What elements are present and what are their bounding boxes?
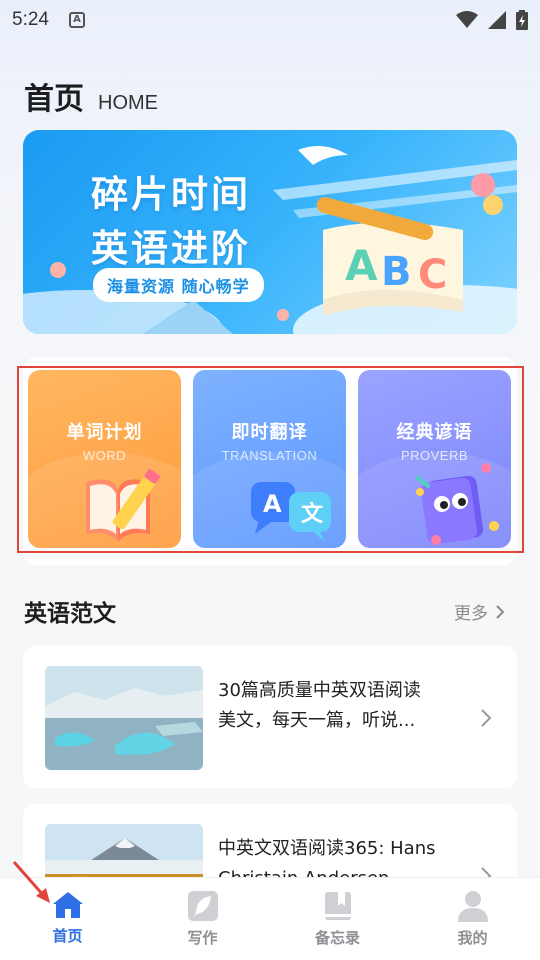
page-subtitle: HOME <box>98 92 158 114</box>
article-thumbnail <box>45 666 203 770</box>
wifi-icon <box>456 11 478 28</box>
page-title: 首页 <box>24 82 84 117</box>
bookmark-book-icon <box>324 892 351 920</box>
chevron-right-icon <box>481 709 491 727</box>
article-title-line1: 30篇高质量中英双语阅读 <box>218 680 421 701</box>
bottom-tab-bar: 首页 写作 备忘录 我的 <box>0 877 540 960</box>
svg-text:B: B <box>381 249 412 295</box>
status-bar: 5:24 A <box>0 0 540 40</box>
svg-text:A: A <box>345 241 378 290</box>
person-icon <box>457 891 488 922</box>
more-link[interactable]: 更多 <box>454 599 504 624</box>
article-title: 30篇高质量中英双语阅读 美文，每天一篇，听说... <box>218 676 458 736</box>
notification-icon: A <box>68 12 85 28</box>
article-title-line1: 中英文双语阅读365: Hans <box>218 838 436 859</box>
signal-icon <box>488 11 506 29</box>
banner-headline-1: 碎片时间 <box>91 173 251 216</box>
highlight-outline <box>17 366 524 553</box>
banner-tagline: 海量资源 随心畅学 <box>93 268 264 302</box>
tab-profile[interactable]: 我的 <box>405 878 540 960</box>
tab-label: 备忘录 <box>314 929 360 947</box>
annotation-arrow <box>12 861 50 903</box>
promo-banner[interactable]: A B C 碎片时间 英语进阶 海量资源 随心畅学 <box>23 130 517 334</box>
tab-label: 我的 <box>457 929 488 947</box>
tab-memo[interactable]: 备忘录 <box>270 878 405 960</box>
status-time: 5:24 <box>12 9 49 30</box>
tab-label: 首页 <box>52 927 83 945</box>
banner-headline-2: 英语进阶 <box>91 227 251 270</box>
chevron-right-icon <box>496 604 504 619</box>
article-title-line2: 美文，每天一篇，听说... <box>218 710 416 731</box>
feather-icon <box>187 891 218 921</box>
tab-writing[interactable]: 写作 <box>135 878 270 960</box>
status-icons <box>456 10 528 30</box>
article-item[interactable]: 30篇高质量中英双语阅读 美文，每天一篇，听说... <box>23 646 517 788</box>
tab-label: 写作 <box>187 929 218 947</box>
battery-icon <box>516 10 528 30</box>
page-header: 首页 HOME <box>24 74 158 118</box>
svg-text:C: C <box>418 252 447 298</box>
section-title: 英语范文 <box>24 601 116 627</box>
more-label: 更多 <box>454 604 488 624</box>
